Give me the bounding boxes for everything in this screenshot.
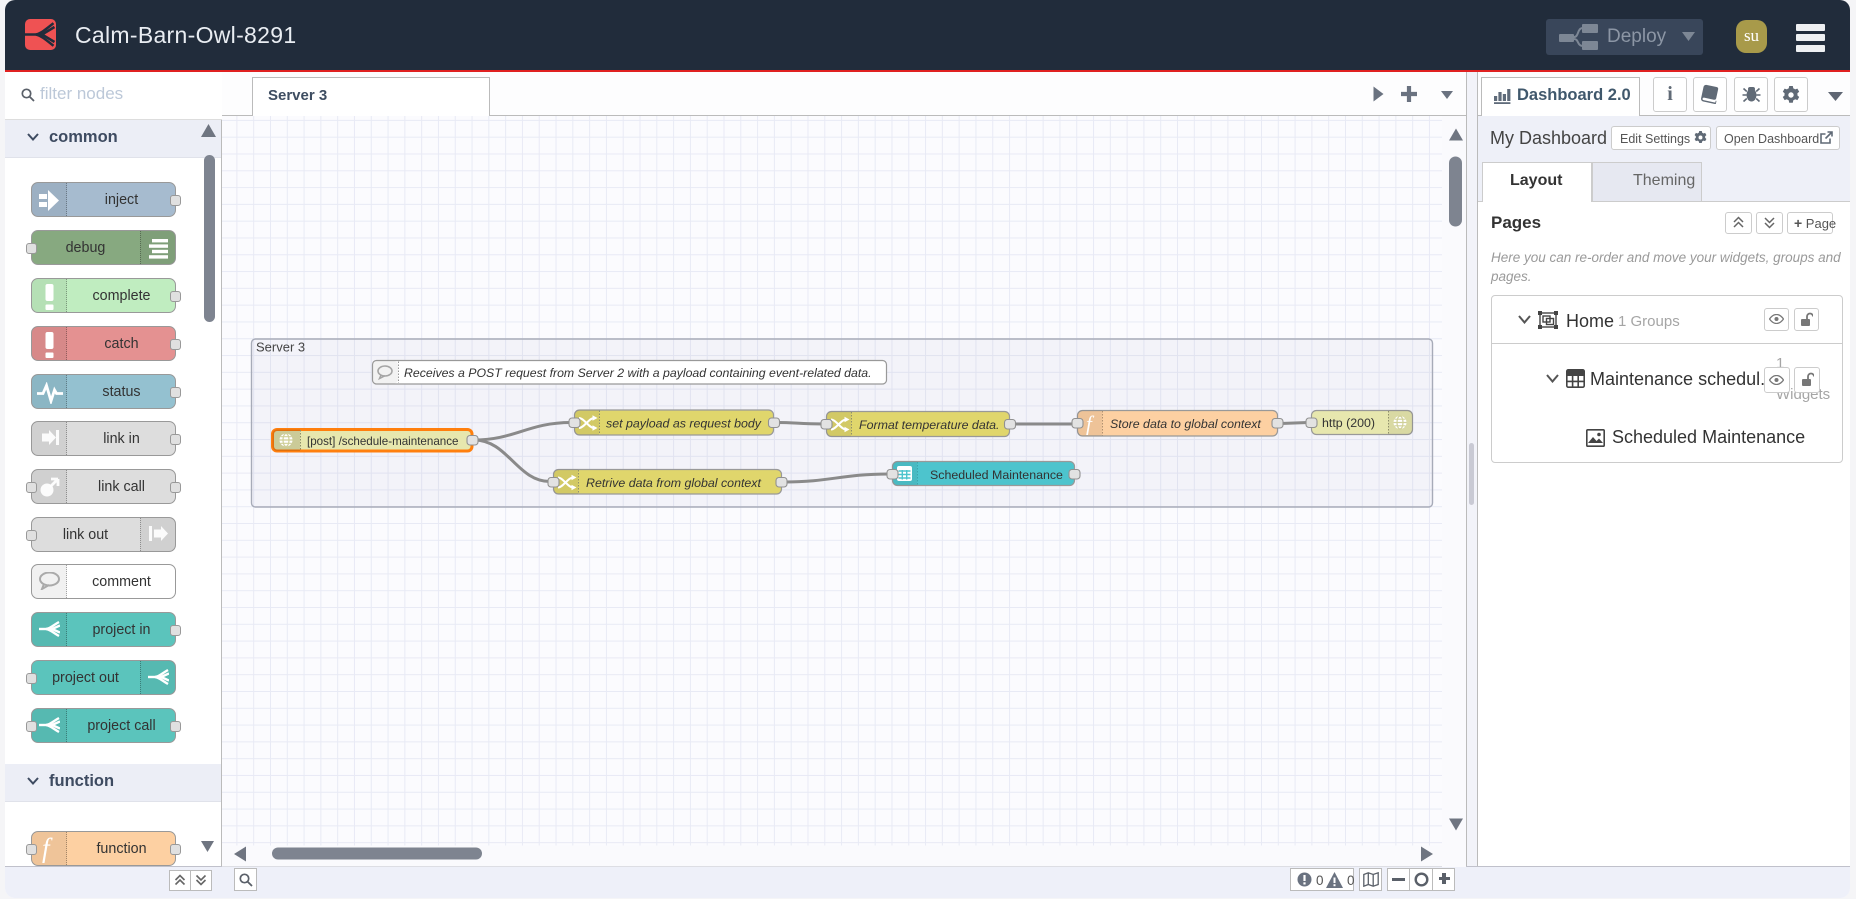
svg-text:Retrive data from global conte: Retrive data from global context [586, 476, 761, 490]
svg-text:Scheduled Maintenance: Scheduled Maintenance [930, 468, 1063, 482]
svg-text:[post] /schedule-maintenance: [post] /schedule-maintenance [307, 435, 458, 448]
svg-text:set payload as request body: set payload as request body [606, 416, 762, 430]
svg-text:Server 3: Server 3 [256, 339, 305, 354]
svg-text:Receives a POST request from S: Receives a POST request from Server 2 wi… [404, 366, 872, 380]
svg-text:Format temperature data.: Format temperature data. [859, 418, 1000, 432]
svg-text:http (200): http (200) [1322, 416, 1375, 430]
svg-text:Store data to global context: Store data to global context [1110, 417, 1261, 431]
